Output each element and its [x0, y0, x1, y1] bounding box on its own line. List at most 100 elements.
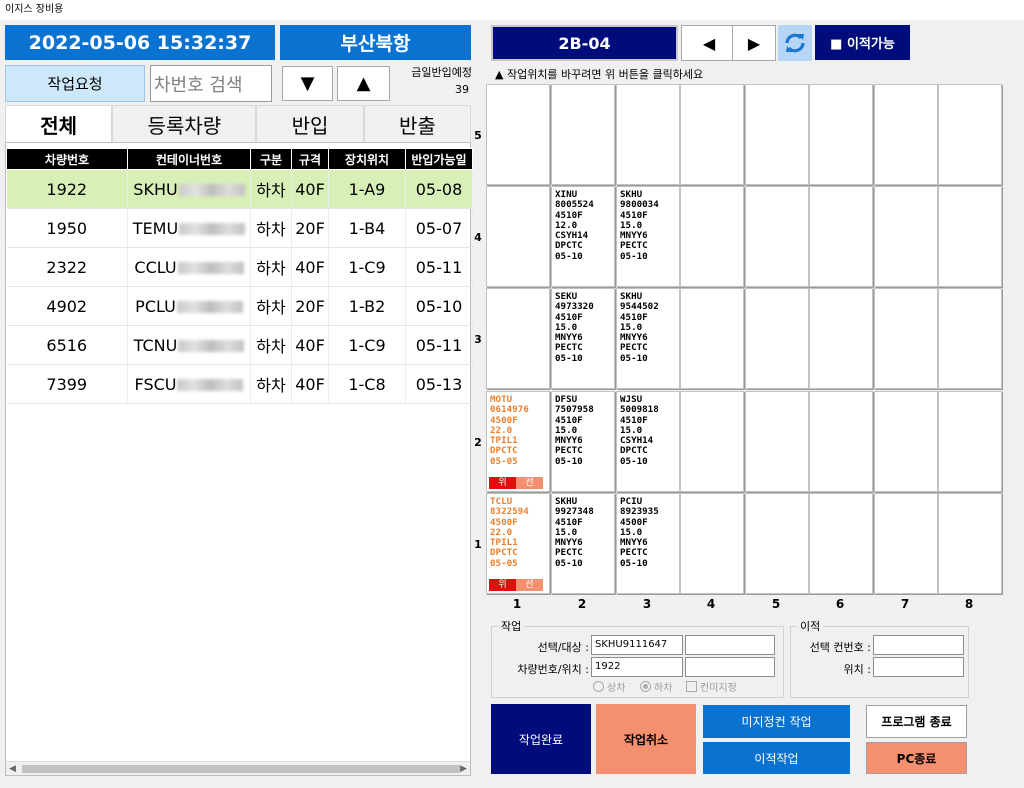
- yard-slot[interactable]: [809, 493, 873, 594]
- yard-slot[interactable]: [680, 84, 744, 185]
- work-request-button[interactable]: 작업요청: [5, 65, 145, 102]
- yard-slot[interactable]: [809, 186, 873, 287]
- yard-slot[interactable]: [874, 186, 938, 287]
- col-location[interactable]: 장치위치: [328, 148, 406, 170]
- radio-circle-icon: [593, 681, 604, 692]
- yard-slot[interactable]: SEKU 4973320 4510F 15.0 MNYY6 PECTC 05-1…: [551, 288, 615, 389]
- container-size: 40F: [291, 169, 329, 209]
- next-block-button[interactable]: ▶: [732, 25, 776, 61]
- unassigned-checkbox[interactable]: 컨미지정: [686, 679, 737, 694]
- yard-slot[interactable]: [486, 84, 550, 185]
- yard-slot[interactable]: DFSU 7507958 4510F 15.0 MNYY6 PECTC 05-1…: [551, 391, 615, 492]
- yard-slot[interactable]: [680, 288, 744, 389]
- cargo-type: 하차: [250, 364, 292, 404]
- radio-load[interactable]: 상차: [593, 679, 625, 694]
- transfer-status-badge: ■ 이적가능: [815, 25, 910, 60]
- refresh-button[interactable]: [778, 25, 812, 61]
- scrollbar-thumb[interactable]: [22, 765, 460, 773]
- yard-slot[interactable]: SKHU 9800034 4510F 15.0 MNYY6 PECTC 05-1…: [616, 186, 680, 287]
- unassigned-work-button[interactable]: 미지정컨 작업: [703, 705, 850, 738]
- tab-all[interactable]: 전체: [5, 105, 113, 142]
- refresh-icon: [785, 33, 805, 53]
- yard-slot[interactable]: [938, 84, 1002, 185]
- storage-location: 1-C9: [328, 325, 406, 365]
- yard-slot[interactable]: [745, 84, 809, 185]
- yard-slot[interactable]: XINU 8005524 4510F 12.0 CSYH14 DPCTC 05-…: [551, 186, 615, 287]
- col-type[interactable]: 구분: [250, 148, 292, 170]
- transfer-location-input[interactable]: [873, 657, 964, 677]
- yard-slot[interactable]: [745, 493, 809, 594]
- yard-slot[interactable]: [938, 493, 1002, 594]
- yard-slot[interactable]: [874, 288, 938, 389]
- yard-slot[interactable]: [874, 84, 938, 185]
- yard-slot[interactable]: WJSU 5009818 4510F 15.0 CSYH14 DPCTC 05-…: [616, 391, 680, 492]
- tier-label: 1: [474, 538, 482, 551]
- yard-slot[interactable]: [874, 391, 938, 492]
- storage-location: 1-C9: [328, 247, 406, 287]
- tab-in[interactable]: 반입: [256, 105, 364, 142]
- table-row[interactable]: 7399 FSCU 하차 40F 1-C8 05-13: [6, 364, 473, 404]
- yard-slot[interactable]: [809, 288, 873, 389]
- yard-slot[interactable]: [938, 186, 1002, 287]
- slot-tag-select: 선: [516, 579, 543, 591]
- available-date: 05-07: [405, 208, 473, 248]
- plate-search-input[interactable]: 차번호 검색: [150, 65, 272, 102]
- prev-block-button[interactable]: ◀: [681, 25, 737, 61]
- yard-slot[interactable]: [745, 391, 809, 492]
- transfer-work-button[interactable]: 이적작업: [703, 742, 850, 774]
- cancel-button[interactable]: 작업취소: [596, 704, 696, 774]
- radio-unload-label: 하차: [654, 683, 673, 694]
- yard-slot[interactable]: [809, 391, 873, 492]
- col-vehicle[interactable]: 차량번호: [6, 148, 128, 170]
- horizontal-scrollbar[interactable]: ◀ ▶: [6, 761, 470, 775]
- yard-slot[interactable]: [486, 288, 550, 389]
- exit-program-button[interactable]: 프로그램 종료: [866, 705, 967, 738]
- radio-unload[interactable]: 하차: [640, 679, 672, 694]
- tab-out[interactable]: 반출: [363, 105, 471, 142]
- scroll-left-icon[interactable]: ◀: [9, 764, 16, 774]
- col-available-date[interactable]: 반입가능일: [405, 148, 473, 170]
- slot-tag-up: 위: [489, 579, 516, 591]
- complete-button[interactable]: 작업완료: [491, 704, 591, 774]
- yard-slot[interactable]: [809, 84, 873, 185]
- vehicle-list-panel: 차량번호 컨테이너번호 구분 규격 장치위치 반입가능일 1922 SKHU 하…: [5, 142, 473, 776]
- transfer-container-input[interactable]: [873, 635, 964, 655]
- transfer-container-label: 선택 컨번호 :: [809, 641, 871, 654]
- yard-slot[interactable]: [680, 186, 744, 287]
- yard-slot[interactable]: [938, 391, 1002, 492]
- vehicle-location-input[interactable]: [685, 657, 775, 677]
- table-row[interactable]: 1950 TEMU 하차 20F 1-B4 05-07: [6, 208, 473, 248]
- col-container[interactable]: 컨테이너번호: [127, 148, 251, 170]
- scroll-down-button[interactable]: ▼: [282, 66, 333, 101]
- table-row[interactable]: 1922 SKHU 하차 40F 1-A9 05-08: [6, 169, 473, 209]
- target-input-2[interactable]: [685, 635, 775, 655]
- work-legend: 작업: [501, 620, 522, 633]
- cargo-type: 하차: [250, 247, 292, 287]
- table-row[interactable]: 6516 TCNU 하차 40F 1-C9 05-11: [6, 325, 473, 365]
- available-date: 05-10: [405, 286, 473, 326]
- yard-slot[interactable]: [745, 288, 809, 389]
- yard-slot[interactable]: SKHU 9544502 4510F 15.0 MNYY6 PECTC 05-1…: [616, 288, 680, 389]
- table-row[interactable]: 2322 CCLU 하차 40F 1-C9 05-11: [6, 247, 473, 287]
- yard-slot[interactable]: [616, 84, 680, 185]
- yard-slot[interactable]: MOTU 0614976 4500F 22.0 TPIL1 DPCTC 05-0…: [486, 391, 550, 492]
- target-input[interactable]: SKHU9111647: [591, 635, 683, 655]
- vehicle-input[interactable]: 1922: [591, 657, 683, 677]
- tab-registered[interactable]: 등록차량: [112, 105, 257, 142]
- scroll-up-button[interactable]: ▲: [337, 66, 390, 101]
- yard-slot[interactable]: [938, 288, 1002, 389]
- datetime-display: 2022-05-06 15:32:37: [5, 25, 275, 60]
- yard-slot[interactable]: [745, 186, 809, 287]
- yard-slot[interactable]: [680, 391, 744, 492]
- yard-slot[interactable]: [551, 84, 615, 185]
- col-size[interactable]: 규격: [291, 148, 329, 170]
- yard-slot[interactable]: PCIU 8923935 4500F 15.0 MNYY6 PECTC 05-1…: [616, 493, 680, 594]
- yard-slot[interactable]: [874, 493, 938, 594]
- table-row[interactable]: 4902 PCLU 하차 20F 1-B2 05-10: [6, 286, 473, 326]
- yard-slot[interactable]: SKHU 9927348 4510F 15.0 MNYY6 PECTC 05-1…: [551, 493, 615, 594]
- pc-shutdown-button[interactable]: PC종료: [866, 742, 967, 774]
- yard-slot[interactable]: [486, 186, 550, 287]
- yard-slot[interactable]: [680, 493, 744, 594]
- yard-slot[interactable]: TCLU 8322594 4500F 22.0 TPIL1 DPCTC 05-0…: [486, 493, 550, 594]
- scroll-right-icon[interactable]: ▶: [460, 764, 467, 774]
